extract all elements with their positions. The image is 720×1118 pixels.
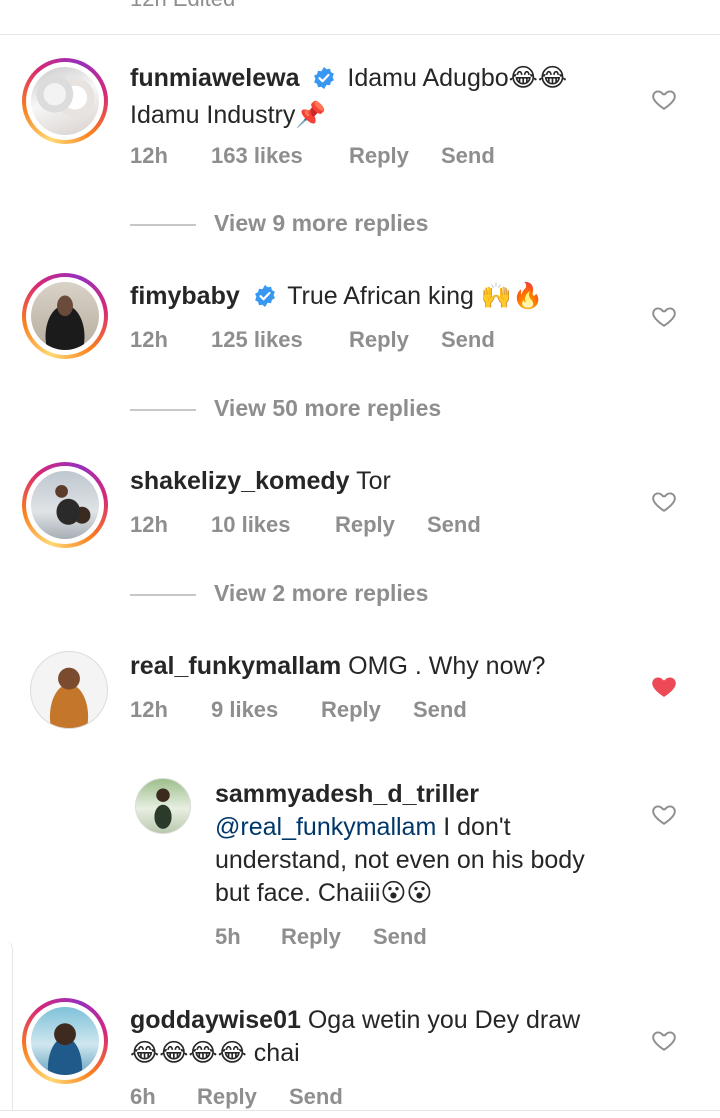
comment-time: 12h [130, 697, 168, 722]
comment-likes[interactable]: 9 likes [211, 697, 278, 723]
comment-username[interactable]: funmiawelewa [130, 64, 300, 92]
comment-text: Tor [356, 467, 391, 495]
verified-badge-icon [312, 66, 336, 99]
comment-time: 12h [130, 143, 168, 168]
heart-icon[interactable] [651, 673, 677, 699]
comment-time: 12h [130, 327, 168, 352]
reply-username[interactable]: sammyadesh_d_triller [215, 780, 479, 808]
comment-text: 😂😂😂😂 chai [130, 1039, 300, 1067]
divider [0, 1110, 720, 1111]
reply-button[interactable]: Reply [197, 1084, 257, 1110]
reply-text: understand, not even on his body [215, 846, 585, 874]
comment-text: Idamu Adugbo😂😂 [347, 64, 568, 92]
reply-time: 5h [215, 924, 241, 949]
reply-text: but face. Chaiii😮😮 [215, 879, 433, 907]
reply-button[interactable]: Reply [281, 924, 341, 950]
comment-username[interactable]: goddaywise01 [130, 1006, 301, 1034]
comment-likes[interactable]: 125 likes [211, 327, 303, 353]
heart-icon[interactable] [651, 488, 677, 514]
avatar[interactable] [22, 462, 108, 548]
comment-text: OMG . Why now? [348, 652, 546, 680]
view-more-replies-label[interactable]: View 9 more replies [214, 210, 428, 237]
comment-username[interactable]: fimybaby [130, 282, 240, 310]
comment-text: True African king 🙌🔥 [287, 282, 544, 310]
mention-link[interactable]: @real_funkymallam [215, 813, 436, 841]
avatar[interactable] [30, 651, 108, 729]
view-more-replies-label[interactable]: View 2 more replies [214, 580, 428, 607]
send-button[interactable]: Send [441, 143, 495, 169]
avatar[interactable] [22, 58, 108, 144]
avatar[interactable] [22, 273, 108, 359]
send-button[interactable]: Send [289, 1084, 343, 1110]
reply-text: I don't [443, 813, 511, 841]
send-button[interactable]: Send [441, 327, 495, 353]
avatar[interactable] [135, 778, 191, 834]
comment-username[interactable]: shakelizy_komedy [130, 467, 350, 495]
comment-likes[interactable]: 10 likes [211, 512, 291, 538]
send-button[interactable]: Send [373, 924, 427, 950]
send-button[interactable]: Send [427, 512, 481, 538]
sheet-edge [0, 940, 13, 1110]
view-more-replies-label[interactable]: View 50 more replies [214, 395, 441, 422]
previous-comment-meta: 12h Edited [130, 0, 235, 12]
comment-time: 6h [130, 1084, 156, 1109]
divider [0, 34, 720, 35]
heart-icon[interactable] [651, 86, 677, 112]
reply-button[interactable]: Reply [349, 327, 409, 353]
comment-text: Oga wetin you Dey draw [307, 1006, 581, 1034]
comment-likes[interactable]: 163 likes [211, 143, 303, 169]
reply-button[interactable]: Reply [335, 512, 395, 538]
send-button[interactable]: Send [413, 697, 467, 723]
verified-badge-icon [253, 284, 277, 317]
comment-text: Idamu Industry📌 [130, 101, 327, 129]
heart-icon[interactable] [651, 303, 677, 329]
reply-button[interactable]: Reply [349, 143, 409, 169]
comment-username[interactable]: real_funkymallam [130, 652, 341, 680]
heart-icon[interactable] [651, 801, 677, 827]
heart-icon[interactable] [651, 1027, 677, 1053]
reply-button[interactable]: Reply [321, 697, 381, 723]
avatar[interactable] [22, 998, 108, 1084]
comment-time: 12h [130, 512, 168, 537]
